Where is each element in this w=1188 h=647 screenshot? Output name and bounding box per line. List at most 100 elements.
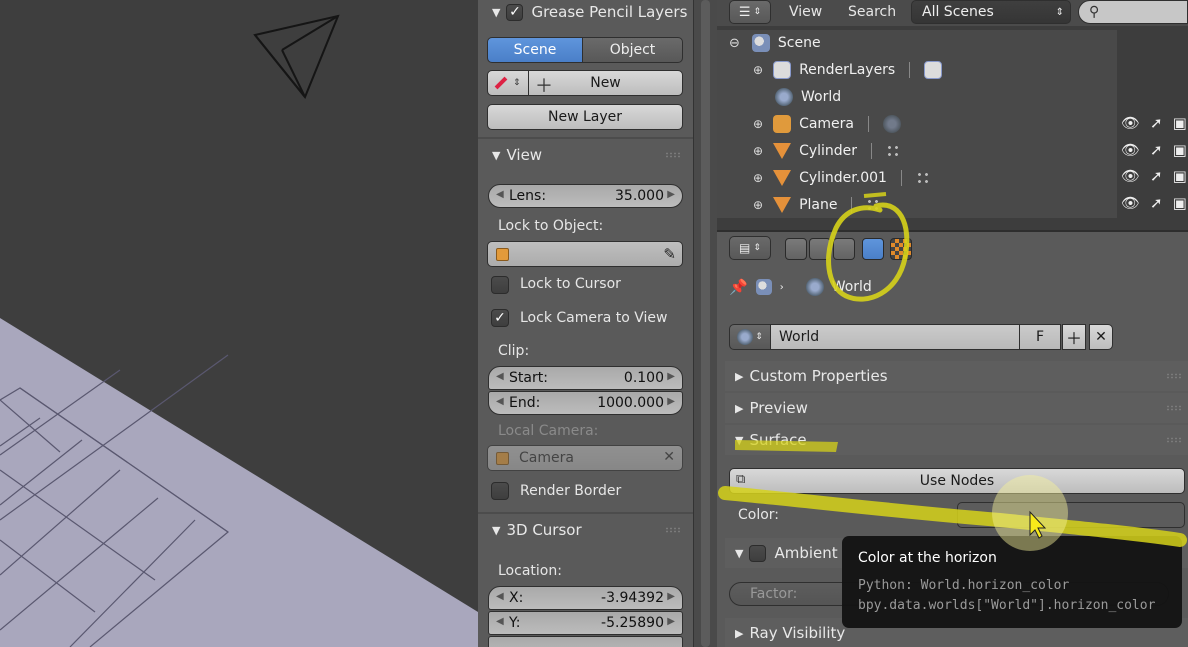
- clip-end-field[interactable]: ◀ End: 1000.000 ▶: [488, 391, 683, 415]
- increment-arrow-icon[interactable]: ▶: [667, 189, 675, 200]
- render-camera-icon[interactable]: ▣: [1173, 167, 1187, 185]
- outliner-row-scene[interactable]: ⊖ Scene: [729, 30, 821, 56]
- outliner-row-renderlayers[interactable]: ⊕ RenderLayers: [753, 57, 950, 83]
- collapse-triangle-icon[interactable]: ▼: [492, 6, 500, 19]
- outliner-row-world[interactable]: World: [775, 84, 841, 110]
- collapse-triangle-icon[interactable]: ▼: [492, 149, 500, 162]
- surface-panel-header[interactable]: ▼ Surface: [725, 425, 1188, 455]
- decrement-arrow-icon[interactable]: ◀: [496, 591, 504, 602]
- decrement-arrow-icon[interactable]: ◀: [496, 189, 504, 200]
- preview-panel-header[interactable]: ▶ Preview: [725, 393, 1188, 423]
- grease-pencil-panel-header[interactable]: ▼ ✓ Grease Pencil Layers: [478, 0, 693, 27]
- horizon-color-swatch[interactable]: [957, 502, 1185, 528]
- clear-x-icon[interactable]: ✕: [663, 449, 675, 465]
- ground-plane: [0, 318, 478, 647]
- expand-icon[interactable]: ⊕: [753, 144, 763, 158]
- outliner-row-cylinder-001[interactable]: ⊕ Cylinder.001: [753, 165, 932, 191]
- expand-triangle-icon[interactable]: ▶: [735, 370, 743, 383]
- drag-grip-icon[interactable]: [665, 527, 681, 533]
- expand-icon[interactable]: ⊕: [753, 63, 763, 77]
- location-label: Location:: [498, 563, 562, 579]
- new-grease-pencil-button[interactable]: ＋ New: [528, 70, 683, 97]
- cursor-select-icon[interactable]: ➚: [1150, 114, 1163, 132]
- scrollbar-thumb[interactable]: [701, 0, 710, 647]
- outliner-search-field[interactable]: ⚲: [1078, 0, 1188, 24]
- divider: [478, 512, 693, 514]
- use-nodes-button[interactable]: ⧉ Use Nodes: [729, 468, 1185, 494]
- increment-arrow-icon[interactable]: ▶: [667, 616, 675, 627]
- 3d-cursor-panel-header[interactable]: ▼ 3D Cursor: [478, 515, 693, 545]
- drag-grip-icon[interactable]: [665, 152, 681, 158]
- pin-icon[interactable]: 📌: [729, 278, 748, 296]
- world-name-field[interactable]: World: [770, 324, 1020, 350]
- 3d-viewport[interactable]: [0, 0, 478, 647]
- cursor-y-field[interactable]: ◀ Y: -5.25890 ▶: [488, 611, 683, 635]
- eye-icon[interactable]: 👁: [1121, 141, 1140, 159]
- lock-camera-to-view-checkbox[interactable]: ✓: [491, 309, 509, 327]
- render-camera-icon[interactable]: ▣: [1173, 141, 1187, 159]
- ambient-occlusion-checkbox[interactable]: [749, 544, 767, 562]
- fake-user-button[interactable]: F: [1019, 324, 1061, 350]
- outliner-search-menu[interactable]: Search: [848, 4, 896, 20]
- render-camera-icon[interactable]: ▣: [1173, 194, 1187, 212]
- render-tab-icon[interactable]: [785, 238, 807, 260]
- expand-icon[interactable]: ⊕: [753, 198, 763, 212]
- cursor-select-icon[interactable]: ➚: [1150, 141, 1163, 159]
- eyedropper-icon[interactable]: ✎: [663, 245, 676, 263]
- cursor-z-field[interactable]: [488, 636, 683, 647]
- new-layer-button[interactable]: New Layer: [487, 104, 683, 130]
- increment-arrow-icon[interactable]: ▶: [667, 591, 675, 602]
- eye-icon[interactable]: 👁: [1121, 167, 1140, 185]
- viewport-canvas[interactable]: [0, 0, 478, 647]
- outliner-view-menu[interactable]: View: [789, 4, 822, 20]
- drag-grip-icon[interactable]: [1166, 373, 1182, 379]
- panel-scrollbar[interactable]: [693, 0, 717, 647]
- collapse-triangle-icon[interactable]: ▼: [492, 524, 500, 537]
- scene-tab-icon[interactable]: [833, 238, 855, 260]
- drag-grip-icon[interactable]: [1166, 405, 1182, 411]
- outliner-row-camera[interactable]: ⊕ Camera: [753, 111, 909, 137]
- unlink-world-button[interactable]: ✕: [1089, 324, 1113, 350]
- lock-to-cursor-checkbox[interactable]: [491, 276, 509, 294]
- outliner-row-cylinder[interactable]: ⊕ Cylinder: [753, 138, 903, 164]
- editor-type-selector[interactable]: ▤ ⇕: [729, 236, 771, 260]
- cursor-x-field[interactable]: ◀ X: -3.94392 ▶: [488, 586, 683, 610]
- scene-tab-button[interactable]: Scene: [487, 37, 583, 63]
- render-layers-tab-icon[interactable]: [809, 238, 831, 260]
- render-camera-icon[interactable]: ▣: [1173, 114, 1187, 132]
- collapse-triangle-icon[interactable]: ▼: [735, 547, 743, 560]
- lens-field[interactable]: ◀ Lens: 35.000 ▶: [488, 184, 683, 208]
- pencil-datablock-selector[interactable]: ⇕: [487, 70, 529, 96]
- cursor-select-icon[interactable]: ➚: [1150, 194, 1163, 212]
- world-browse-button[interactable]: ⇕: [729, 324, 771, 350]
- add-world-button[interactable]: ＋: [1062, 324, 1086, 350]
- world-tab-icon[interactable]: [862, 238, 884, 260]
- decrement-arrow-icon[interactable]: ◀: [496, 396, 504, 407]
- collapse-triangle-icon[interactable]: ▼: [735, 434, 743, 447]
- increment-arrow-icon[interactable]: ▶: [667, 371, 675, 382]
- local-camera-field[interactable]: Camera ✕: [487, 445, 683, 471]
- cursor-select-icon[interactable]: ➚: [1150, 167, 1163, 185]
- decrement-arrow-icon[interactable]: ◀: [496, 616, 504, 627]
- eye-icon[interactable]: 👁: [1121, 194, 1140, 212]
- object-tab-button[interactable]: Object: [582, 37, 683, 63]
- custom-properties-panel-header[interactable]: ▶ Custom Properties: [725, 361, 1188, 391]
- render-border-checkbox[interactable]: [491, 482, 509, 500]
- lock-object-field[interactable]: ✎: [487, 241, 683, 267]
- editor-type-selector[interactable]: ☰ ⇕: [729, 0, 771, 24]
- clip-start-field[interactable]: ◀ Start: 0.100 ▶: [488, 366, 683, 390]
- eye-icon[interactable]: 👁: [1121, 114, 1140, 132]
- drag-grip-icon[interactable]: [1166, 437, 1182, 443]
- expand-icon[interactable]: ⊕: [753, 117, 763, 131]
- texture-tab-icon[interactable]: [890, 238, 912, 260]
- expand-icon[interactable]: ⊕: [753, 171, 763, 185]
- expand-triangle-icon[interactable]: ▶: [735, 627, 743, 640]
- decrement-arrow-icon[interactable]: ◀: [496, 371, 504, 382]
- view-panel-header[interactable]: ▼ View: [478, 140, 693, 170]
- display-mode-dropdown[interactable]: All Scenes ⇕: [911, 0, 1071, 24]
- collapse-icon[interactable]: ⊖: [729, 36, 740, 51]
- increment-arrow-icon[interactable]: ▶: [667, 396, 675, 407]
- outliner-row-plane[interactable]: ⊕ Plane: [753, 192, 883, 218]
- expand-triangle-icon[interactable]: ▶: [735, 402, 743, 415]
- grease-pencil-enable-checkbox[interactable]: ✓: [506, 3, 524, 21]
